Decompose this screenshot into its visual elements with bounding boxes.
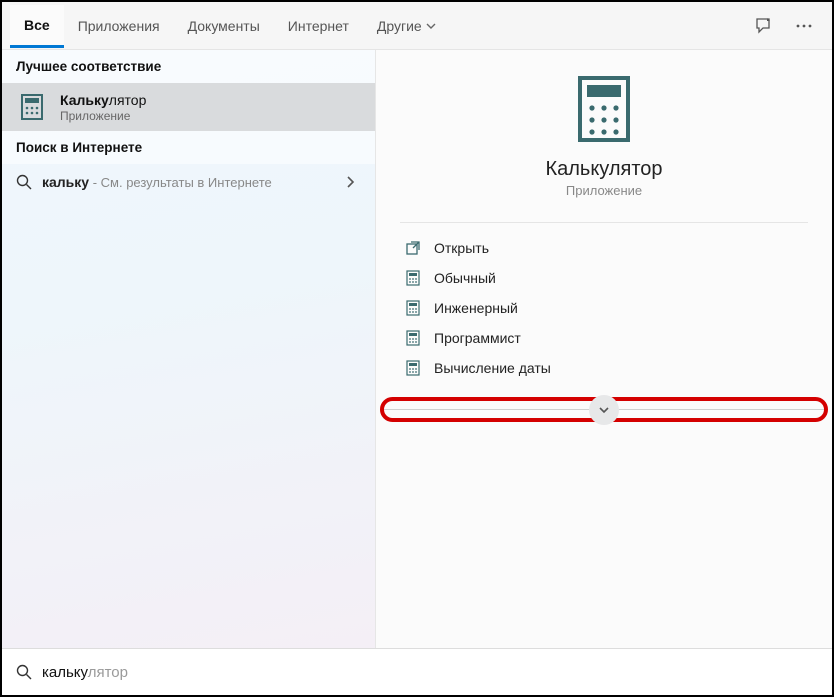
chevron-right-icon — [345, 175, 361, 189]
action-label: Обычный — [434, 270, 496, 286]
action-open[interactable]: Открыть — [400, 233, 808, 263]
action-date-calc[interactable]: Вычисление даты — [400, 353, 808, 383]
calculator-large-icon — [569, 74, 639, 144]
action-label: Вычисление даты — [434, 360, 551, 376]
results-pane: Лучшее соответствие Калькулятор Приложен… — [2, 50, 376, 648]
expand-highlight — [380, 397, 828, 422]
search-input[interactable]: калькулятор — [2, 648, 832, 695]
calculator-icon — [404, 329, 422, 347]
action-label: Программист — [434, 330, 521, 346]
detail-subtitle: Приложение — [566, 183, 642, 198]
expand-button[interactable] — [589, 395, 619, 425]
calculator-icon — [404, 299, 422, 317]
result-calculator[interactable]: Калькулятор Приложение — [2, 83, 375, 131]
tab-internet[interactable]: Интернет — [274, 6, 363, 46]
result-title: Калькулятор — [60, 92, 146, 108]
detail-pane: Калькулятор Приложение Открыть Обычный И… — [376, 50, 832, 648]
action-label: Инженерный — [434, 300, 518, 316]
tab-all[interactable]: Все — [10, 5, 64, 48]
open-icon — [404, 239, 422, 257]
tab-documents[interactable]: Документы — [174, 6, 274, 46]
action-label: Открыть — [434, 240, 489, 256]
search-text: калькулятор — [42, 664, 128, 681]
calculator-icon — [16, 91, 48, 123]
action-list: Открыть Обычный Инженерный Программист В… — [376, 223, 832, 389]
feedback-icon[interactable] — [744, 6, 784, 46]
chevron-down-icon — [597, 403, 611, 417]
action-programmer[interactable]: Программист — [400, 323, 808, 353]
tab-apps[interactable]: Приложения — [64, 6, 174, 46]
calculator-icon — [404, 359, 422, 377]
search-icon — [16, 174, 32, 190]
best-match-header: Лучшее соответствие — [2, 50, 375, 83]
web-result[interactable]: кальку - См. результаты в Интернете — [2, 164, 375, 200]
calculator-icon — [404, 269, 422, 287]
action-scientific[interactable]: Инженерный — [400, 293, 808, 323]
action-standard[interactable]: Обычный — [400, 263, 808, 293]
top-tabs: Все Приложения Документы Интернет Другие — [2, 2, 832, 50]
detail-title: Калькулятор — [545, 158, 662, 181]
web-search-header: Поиск в Интернете — [2, 131, 375, 164]
more-icon[interactable] — [784, 6, 824, 46]
tab-more[interactable]: Другие — [363, 6, 450, 46]
result-subtitle: Приложение — [60, 109, 146, 123]
chevron-down-icon — [426, 21, 436, 31]
search-icon — [16, 664, 32, 680]
web-query: кальку - См. результаты в Интернете — [42, 174, 272, 190]
